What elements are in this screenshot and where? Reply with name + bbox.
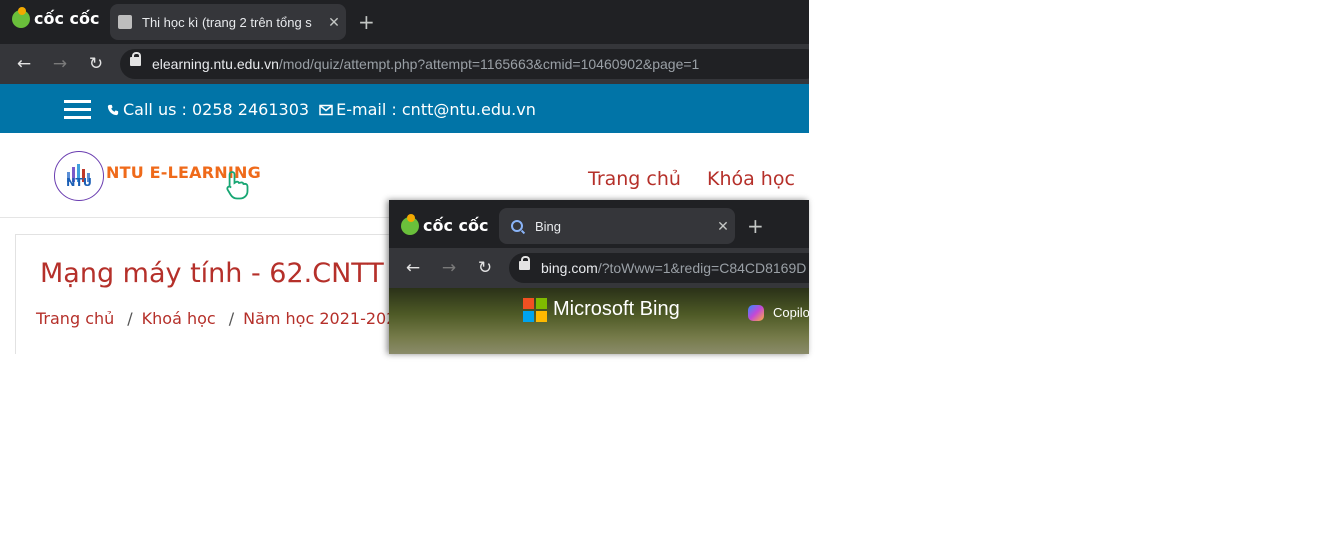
phone-icon bbox=[107, 104, 119, 116]
popup-coccoc-brand[interactable]: cốc cốc bbox=[401, 213, 489, 235]
phone-text: Call us : 0258 2461303 bbox=[123, 100, 310, 119]
popup-nav-bar: ← → ↻ bing.com/?toWww=1&redig=C84CD8169D bbox=[389, 248, 809, 288]
back-button[interactable]: ← bbox=[12, 52, 36, 76]
microsoft-logo-icon[interactable] bbox=[523, 298, 547, 322]
coccoc-logo-icon bbox=[401, 213, 419, 235]
lock-icon bbox=[130, 52, 141, 66]
popup-browser-window: cốc cốc Bing ✕ + ← → ↻ bing.com/?toWww=1… bbox=[389, 200, 809, 354]
breadcrumb-courses[interactable]: Khoá học bbox=[142, 309, 216, 328]
copilot-link[interactable]: Copilo bbox=[773, 305, 809, 320]
pointing-hand-icon bbox=[226, 171, 249, 200]
ntu-emblem-logo[interactable]: NTU bbox=[54, 151, 104, 201]
tab-quiz[interactable]: Thi học kì (trang 2 trên tổng s ✕ bbox=[110, 4, 346, 40]
site-contact-bar: Call us : 0258 2461303 E-mail : cntt@ntu… bbox=[0, 84, 809, 133]
bing-page: Microsoft Bing Copilo bbox=[389, 288, 809, 354]
tab-title: Thi học kì (trang 2 trên tổng s bbox=[142, 14, 312, 30]
bing-brand[interactable]: Microsoft Bing bbox=[553, 298, 680, 321]
breadcrumb-separator: / bbox=[228, 309, 235, 328]
course-title: Mạng máy tính - 62.CNTT bbox=[40, 258, 384, 289]
brand-label: cốc cốc bbox=[423, 216, 489, 235]
forward-button[interactable]: → bbox=[48, 52, 72, 76]
breadcrumb-year[interactable]: Năm học 2021-2022 bbox=[243, 309, 406, 328]
reload-button[interactable]: ↻ bbox=[84, 52, 108, 76]
popup-tab-strip: cốc cốc Bing ✕ + bbox=[389, 200, 809, 248]
tab-strip: cốc cốc Thi học kì (trang 2 trên tổng s … bbox=[0, 0, 809, 44]
address-url: elearning.ntu.edu.vn/mod/quiz/attempt.ph… bbox=[152, 56, 700, 72]
breadcrumb-home[interactable]: Trang chủ bbox=[36, 309, 114, 328]
close-tab-icon[interactable]: ✕ bbox=[711, 218, 735, 235]
coccoc-logo-icon bbox=[12, 6, 30, 28]
tab-bing[interactable]: Bing ✕ bbox=[499, 208, 735, 244]
brand-label: cốc cốc bbox=[34, 9, 100, 28]
address-url: bing.com/?toWww=1&redig=C84CD8169D bbox=[541, 260, 807, 276]
tab-title: Bing bbox=[535, 218, 562, 234]
menu-courses-link[interactable]: Khóa học bbox=[707, 168, 795, 190]
envelope-icon bbox=[319, 104, 333, 116]
breadcrumb: Trang chủ / Khoá học / Năm học 2021-2022 bbox=[36, 309, 407, 328]
new-tab-button[interactable]: + bbox=[358, 10, 375, 34]
emblem-text: NTU bbox=[66, 176, 92, 189]
contact-info: Call us : 0258 2461303 E-mail : cntt@ntu… bbox=[106, 100, 536, 119]
page-favicon-icon bbox=[118, 15, 132, 29]
menu-home-link[interactable]: Trang chủ bbox=[588, 168, 681, 190]
coccoc-brand[interactable]: cốc cốc bbox=[12, 6, 100, 28]
lock-icon bbox=[519, 256, 530, 270]
hamburger-menu-icon[interactable] bbox=[64, 100, 91, 119]
reload-button[interactable]: ↻ bbox=[473, 256, 497, 280]
forward-button[interactable]: → bbox=[437, 256, 461, 280]
copilot-icon[interactable] bbox=[748, 305, 764, 321]
new-tab-button[interactable]: + bbox=[747, 214, 764, 238]
nav-bar: ← → ↻ elearning.ntu.edu.vn/mod/quiz/atte… bbox=[0, 44, 809, 84]
address-bar[interactable]: elearning.ntu.edu.vn/mod/quiz/attempt.ph… bbox=[120, 49, 809, 79]
search-icon bbox=[511, 220, 523, 232]
breadcrumb-separator: / bbox=[127, 309, 133, 328]
address-bar[interactable]: bing.com/?toWww=1&redig=C84CD8169D bbox=[509, 253, 809, 283]
back-button[interactable]: ← bbox=[401, 256, 425, 280]
email-text: E-mail : cntt@ntu.edu.vn bbox=[336, 100, 536, 119]
close-tab-icon[interactable]: ✕ bbox=[322, 14, 346, 31]
